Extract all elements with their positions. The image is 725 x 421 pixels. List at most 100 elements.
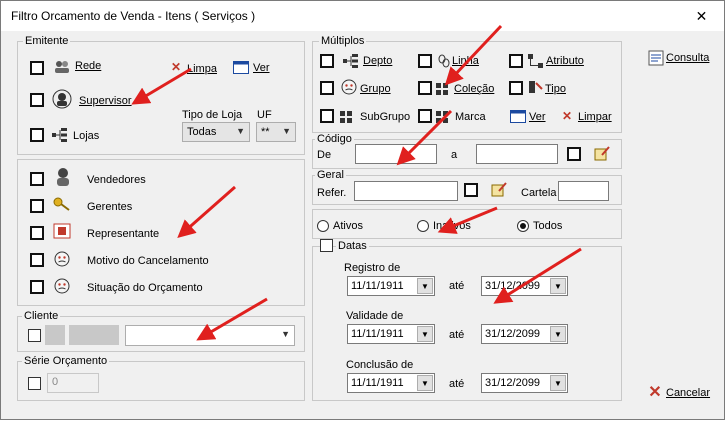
edit-note-icon[interactable] <box>490 181 508 197</box>
motivo-label[interactable]: Motivo do Cancelamento <box>87 255 209 267</box>
inativos-label[interactable]: Inativos <box>433 220 471 232</box>
linha-checkbox[interactable] <box>418 54 432 68</box>
filter-dialog: Filtro Orcamento de Venda - Itens ( Serv… <box>0 0 725 420</box>
multiplos-legend: Múltiplos <box>319 35 367 47</box>
serie-checkbox[interactable] <box>28 377 41 390</box>
cliente-name-field <box>69 325 119 345</box>
clear-x-icon[interactable]: ✕ <box>558 108 576 124</box>
close-button[interactable]: ✕ <box>679 1 724 31</box>
limpar-button[interactable]: Limpar <box>578 111 612 123</box>
tipo-loja-value: Todas <box>187 126 217 138</box>
tipo-checkbox[interactable] <box>509 81 523 95</box>
cartela-input[interactable] <box>558 181 609 201</box>
cancelar-button[interactable]: Cancelar <box>666 387 710 399</box>
inativos-radio[interactable] <box>417 220 429 232</box>
chevron-down-icon[interactable]: ▼ <box>417 326 433 342</box>
supervisor-icon <box>51 89 73 109</box>
cliente-select[interactable]: ▼ <box>125 325 295 346</box>
chevron-down-icon[interactable]: ▼ <box>550 326 566 342</box>
conclusao-label: Conclusão de <box>346 359 414 371</box>
conclusao-ate-label: até <box>449 378 465 390</box>
limpa-button[interactable]: Limpa <box>187 63 217 75</box>
face-icon <box>340 79 358 95</box>
consulta-icon[interactable] <box>647 50 665 66</box>
window-icon[interactable] <box>232 59 250 75</box>
situacao-label[interactable]: Situação do Orçamento <box>87 282 203 294</box>
tree-icon <box>342 53 360 69</box>
representante-label[interactable]: Representante <box>87 228 159 240</box>
tipo-label[interactable]: Tipo <box>545 83 566 95</box>
todos-label[interactable]: Todos <box>533 220 562 232</box>
supervisor-checkbox[interactable] <box>30 93 44 107</box>
motivo-checkbox[interactable] <box>30 253 44 267</box>
cliente-checkbox[interactable] <box>28 329 41 342</box>
lojas-label[interactable]: Lojas <box>73 130 99 142</box>
clear-x-icon[interactable]: ✕ <box>167 59 185 75</box>
marca-checkbox[interactable] <box>418 109 432 123</box>
edit-note-icon[interactable] <box>593 145 611 161</box>
vendedores-label[interactable]: Vendedores <box>87 174 146 186</box>
validade-de-date[interactable]: 11/11/1911 ▼ <box>347 324 435 344</box>
representante-checkbox[interactable] <box>30 226 44 240</box>
registro-ate-date[interactable]: 31/12/2099 ▼ <box>481 276 568 296</box>
serie-input[interactable]: 0 <box>47 373 99 393</box>
lojas-checkbox[interactable] <box>30 128 44 142</box>
uf-select[interactable]: ** ▼ <box>256 122 296 142</box>
people-icon <box>53 59 71 75</box>
cartela-label: Cartela <box>521 187 557 199</box>
refer-input[interactable] <box>354 181 458 201</box>
chevron-down-icon[interactable]: ▼ <box>550 278 566 294</box>
film-icon <box>53 223 71 239</box>
marca-label[interactable]: Marca <box>455 111 486 123</box>
emitente-legend: Emitente <box>23 35 71 47</box>
chevron-down-icon[interactable]: ▼ <box>417 278 433 294</box>
tipo-loja-select[interactable]: Todas ▼ <box>182 122 250 142</box>
linha-label[interactable]: Linha <box>452 55 479 67</box>
conclusao-ate-date[interactable]: 31/12/2099 ▼ <box>481 373 568 393</box>
atributo-checkbox[interactable] <box>509 54 523 68</box>
supervisor-label[interactable]: Supervisor <box>79 95 132 107</box>
subgrupo-label[interactable]: SubGrupo <box>360 111 410 123</box>
multiplos-ver-button[interactable]: Ver <box>529 111 546 123</box>
colecao-checkbox[interactable] <box>418 81 432 95</box>
consulta-button[interactable]: Consulta <box>666 52 709 64</box>
colecao-label[interactable]: Coleção <box>454 83 494 95</box>
uf-value: ** <box>261 126 270 138</box>
chevron-down-icon[interactable]: ▼ <box>550 375 566 391</box>
grupo-label[interactable]: Grupo <box>360 83 391 95</box>
codigo-checkbox[interactable] <box>567 147 581 161</box>
situacao-checkbox[interactable] <box>30 280 44 294</box>
grupo-checkbox[interactable] <box>320 81 334 95</box>
ativos-radio[interactable] <box>317 220 329 232</box>
todos-radio[interactable] <box>517 220 529 232</box>
codigo-a-input[interactable] <box>476 144 558 164</box>
rede-checkbox[interactable] <box>30 61 44 75</box>
vendedores-checkbox[interactable] <box>30 172 44 186</box>
window-title: Filtro Orcamento de Venda - Itens ( Serv… <box>11 9 256 23</box>
cancel-x-icon[interactable]: ✕ <box>646 384 664 401</box>
datas-checkbox[interactable] <box>320 239 333 252</box>
depto-checkbox[interactable] <box>320 54 334 68</box>
serie-value: 0 <box>52 376 59 388</box>
validade-ate-date[interactable]: 31/12/2099 ▼ <box>481 324 568 344</box>
conclusao-de-date[interactable]: 11/11/1911 ▼ <box>347 373 435 393</box>
cliente-legend: Cliente <box>22 310 61 322</box>
chevron-down-icon[interactable]: ▼ <box>417 375 433 391</box>
codigo-de-input[interactable] <box>355 144 437 164</box>
window-icon[interactable] <box>509 108 527 124</box>
face-icon <box>53 278 71 294</box>
gerentes-label[interactable]: Gerentes <box>87 201 132 213</box>
atributo-label[interactable]: Atributo <box>546 55 584 67</box>
gerentes-checkbox[interactable] <box>30 199 44 213</box>
grid-icon <box>435 109 453 125</box>
codigo-de-label: De <box>317 149 332 161</box>
chevron-down-icon: ▼ <box>281 329 290 339</box>
registro-de-date[interactable]: 11/11/1911 ▼ <box>347 276 435 296</box>
refer-checkbox[interactable] <box>464 183 478 197</box>
ver-button[interactable]: Ver <box>253 62 270 74</box>
ativos-label[interactable]: Ativos <box>333 220 363 232</box>
registro-de-value: 11/11/1911 <box>351 280 404 292</box>
subgrupo-checkbox[interactable] <box>320 109 334 123</box>
depto-label[interactable]: Depto <box>363 55 392 67</box>
rede-label[interactable]: Rede <box>75 60 101 72</box>
